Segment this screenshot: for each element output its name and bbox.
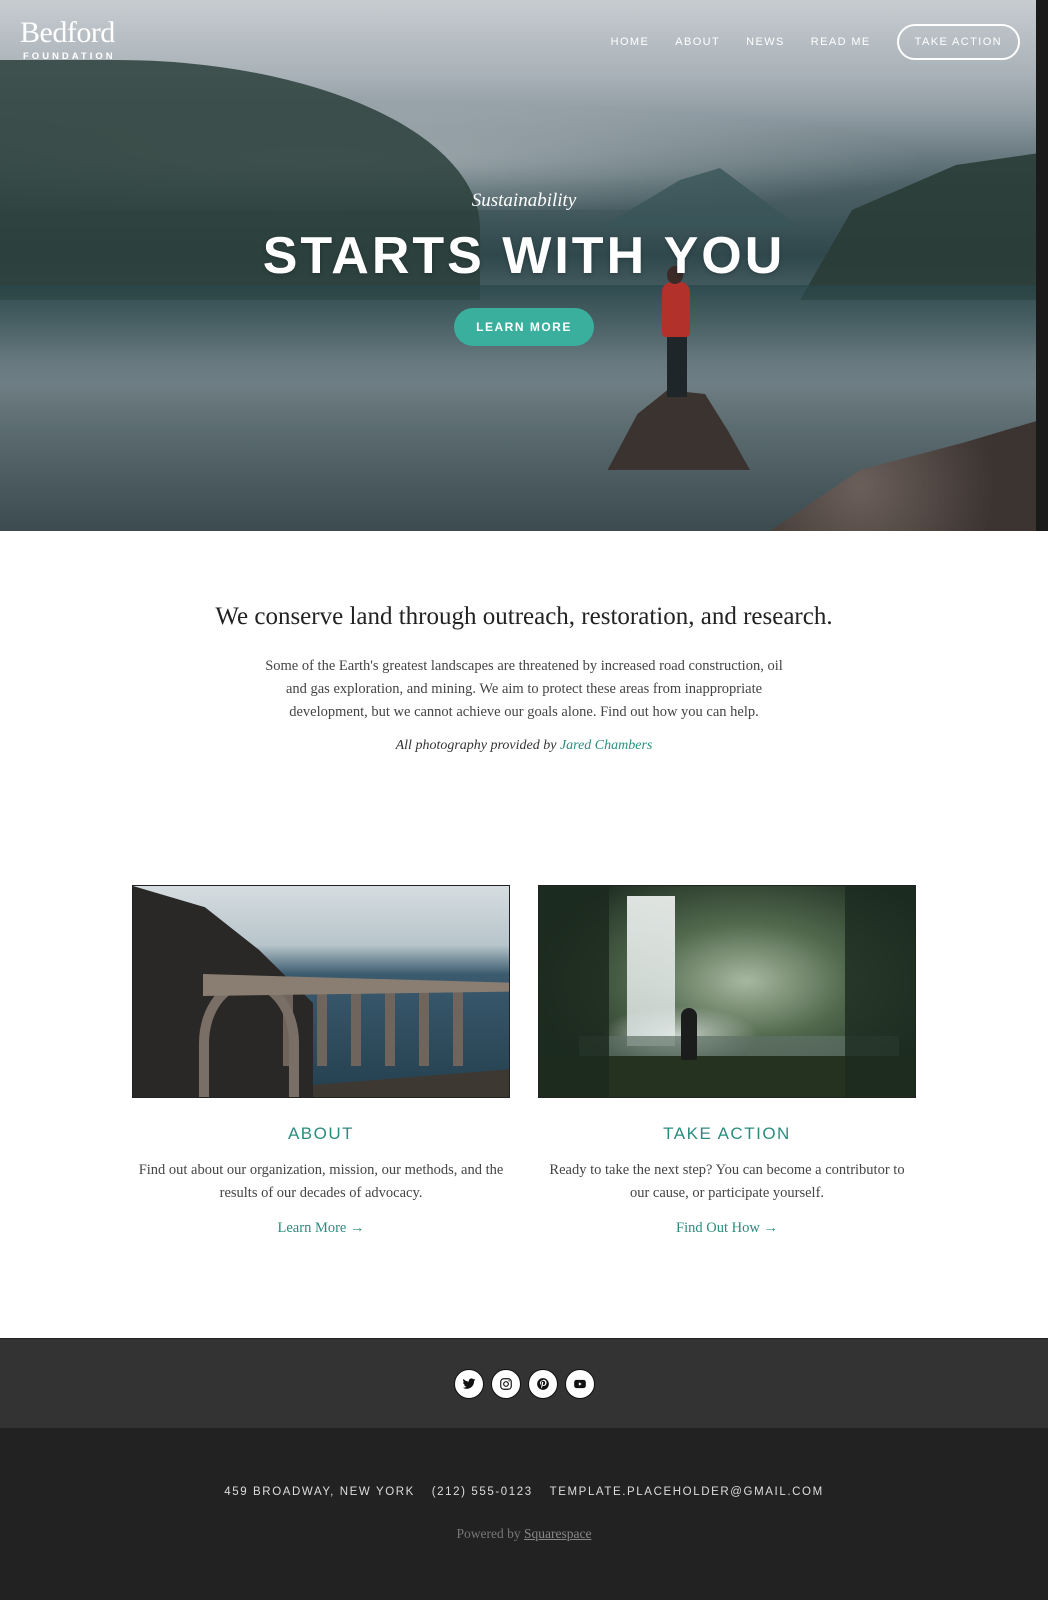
powered-by: Powered by Squarespace bbox=[0, 1526, 1048, 1542]
logo-main-text: Bedford bbox=[20, 16, 115, 49]
learn-more-link[interactable]: Learn More → bbox=[278, 1220, 365, 1237]
person-figure bbox=[681, 1008, 697, 1060]
intro-body: Some of the Earth's greatest landscapes … bbox=[265, 658, 783, 720]
site-logo[interactable]: Bedford FOUNDATION bbox=[20, 16, 116, 63]
footer-address: 459 BROADWAY, NEW YORK bbox=[224, 1486, 415, 1498]
hillside-shape bbox=[313, 1069, 509, 1097]
powered-by-prefix: Powered by bbox=[456, 1526, 521, 1541]
main-navigation: HOME ABOUT NEWS READ ME TAKE ACTION bbox=[611, 24, 1020, 60]
hero-heading: STARTS WITH YOU bbox=[262, 227, 786, 285]
card-take-action: TAKE ACTION Ready to take the next step?… bbox=[538, 885, 916, 1237]
logo-sub-text: FOUNDATION bbox=[23, 51, 116, 62]
instagram-icon[interactable] bbox=[490, 1368, 521, 1399]
twitter-icon[interactable] bbox=[453, 1368, 484, 1399]
hero-content: Sustainability STARTS WITH YOU LEARN MOR… bbox=[0, 190, 1036, 346]
hero-banner: Bedford FOUNDATION HOME ABOUT NEWS READ … bbox=[0, 0, 1036, 531]
card-text: Find out about our organization, mission… bbox=[138, 1162, 504, 1201]
tree-shape bbox=[539, 886, 609, 1097]
feature-cards: ABOUT Find out about our organization, m… bbox=[132, 885, 916, 1237]
photo-credit-prefix: All photography provided by bbox=[395, 738, 557, 753]
squarespace-link[interactable]: Squarespace bbox=[524, 1526, 591, 1541]
card-title[interactable]: TAKE ACTION bbox=[538, 1124, 916, 1144]
card-about: ABOUT Find out about our organization, m… bbox=[132, 885, 510, 1237]
footer-email[interactable]: TEMPLATE.PLACEHOLDER@GMAIL.COM bbox=[550, 1486, 824, 1498]
find-out-how-link[interactable]: Find Out How → bbox=[676, 1220, 778, 1237]
learn-more-button[interactable]: LEARN MORE bbox=[454, 308, 594, 346]
footer-phone[interactable]: (212) 555-0123 bbox=[432, 1486, 533, 1498]
nav-read-me[interactable]: READ ME bbox=[811, 36, 871, 48]
bridge-pillars bbox=[283, 986, 483, 1066]
site-footer: 459 BROADWAY, NEW YORK (212) 555-0123 TE… bbox=[0, 1428, 1048, 1600]
social-links-bar bbox=[0, 1338, 1048, 1428]
tree-shape bbox=[845, 886, 915, 1097]
hero-kicker: Sustainability bbox=[471, 190, 577, 211]
card-title[interactable]: ABOUT bbox=[132, 1124, 510, 1144]
photo-credit: All photography provided by Jared Chambe… bbox=[0, 738, 1048, 754]
photographer-link[interactable]: Jared Chambers bbox=[560, 738, 652, 753]
bridge-arch bbox=[199, 978, 299, 1097]
nav-home[interactable]: HOME bbox=[611, 36, 650, 48]
waterfall-photo[interactable] bbox=[538, 885, 916, 1098]
footer-contact-info: 459 BROADWAY, NEW YORK (212) 555-0123 TE… bbox=[0, 1486, 1048, 1498]
take-action-button[interactable]: TAKE ACTION bbox=[896, 24, 1020, 60]
scrollbar[interactable] bbox=[1036, 0, 1048, 531]
youtube-icon[interactable] bbox=[564, 1368, 595, 1399]
nav-news[interactable]: NEWS bbox=[746, 36, 785, 48]
pinterest-icon[interactable] bbox=[527, 1368, 558, 1399]
intro-headline: We conserve land through outreach, resto… bbox=[215, 603, 833, 630]
nav-about[interactable]: ABOUT bbox=[675, 36, 720, 48]
bridge-photo[interactable] bbox=[132, 885, 510, 1098]
card-text: Ready to take the next step? You can bec… bbox=[549, 1162, 905, 1201]
intro-section: We conserve land through outreach, resto… bbox=[0, 603, 1048, 754]
